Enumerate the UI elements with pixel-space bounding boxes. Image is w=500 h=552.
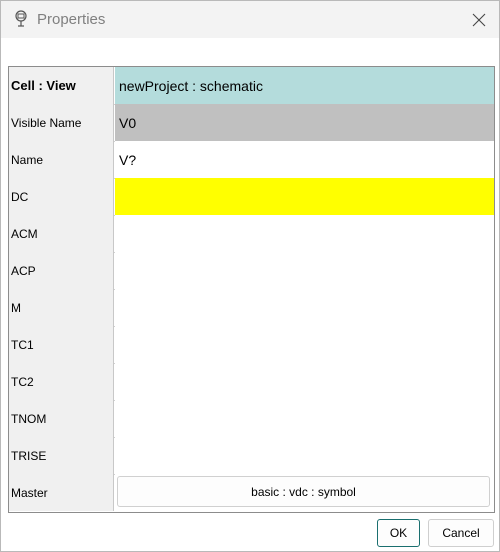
properties-dialog: Properties Cell : View newProject : sche… (0, 0, 500, 552)
row-master: Master basic : vdc : symbol (9, 474, 494, 511)
row-tc2: TC2 (9, 363, 494, 401)
label-tnom: TNOM (9, 400, 114, 437)
label-cell-view: Cell : View (9, 67, 114, 104)
label-acm: ACM (9, 215, 114, 252)
master-button[interactable]: basic : vdc : symbol (117, 476, 490, 507)
value-trise-field[interactable] (115, 437, 494, 474)
label-trise: TRISE (9, 437, 114, 474)
cancel-button[interactable]: Cancel (428, 519, 494, 547)
value-tnom-field[interactable] (115, 400, 494, 437)
label-dc: DC (9, 178, 114, 215)
value-tc2-field[interactable] (115, 363, 494, 400)
row-tc1: TC1 (9, 326, 494, 364)
row-m: M (9, 289, 494, 327)
value-dc-field[interactable] (115, 178, 494, 215)
value-cell-view: newProject : schematic (115, 67, 494, 104)
row-acm: ACM (9, 215, 494, 253)
value-visible-name: V0 (115, 104, 494, 141)
row-cell-view: Cell : View newProject : schematic (9, 67, 494, 105)
label-acp: ACP (9, 252, 114, 289)
title-bar: Properties (1, 1, 499, 38)
row-name: Name V? (9, 141, 494, 179)
row-visible-name: Visible Name V0 (9, 104, 494, 142)
property-tag-icon (12, 10, 30, 28)
value-name-field[interactable]: V? (115, 141, 494, 178)
value-acp-field[interactable] (115, 252, 494, 289)
value-m-field[interactable] (115, 289, 494, 326)
close-button[interactable] (467, 8, 491, 32)
row-dc: DC (9, 178, 494, 216)
label-tc2: TC2 (9, 363, 114, 400)
value-tc1-field[interactable] (115, 326, 494, 363)
row-acp: ACP (9, 252, 494, 290)
label-m: M (9, 289, 114, 326)
value-master: basic : vdc : symbol (115, 474, 494, 511)
dialog-title: Properties (37, 11, 106, 28)
label-tc1: TC1 (9, 326, 114, 363)
label-visible-name: Visible Name (9, 104, 114, 141)
close-icon (472, 13, 486, 27)
ok-button[interactable]: OK (377, 519, 420, 547)
value-acm-field[interactable] (115, 215, 494, 252)
properties-table: Cell : View newProject : schematic Visib… (8, 66, 495, 513)
row-trise: TRISE (9, 437, 494, 475)
label-name: Name (9, 141, 114, 178)
label-master: Master (9, 474, 114, 511)
row-tnom: TNOM (9, 400, 494, 438)
